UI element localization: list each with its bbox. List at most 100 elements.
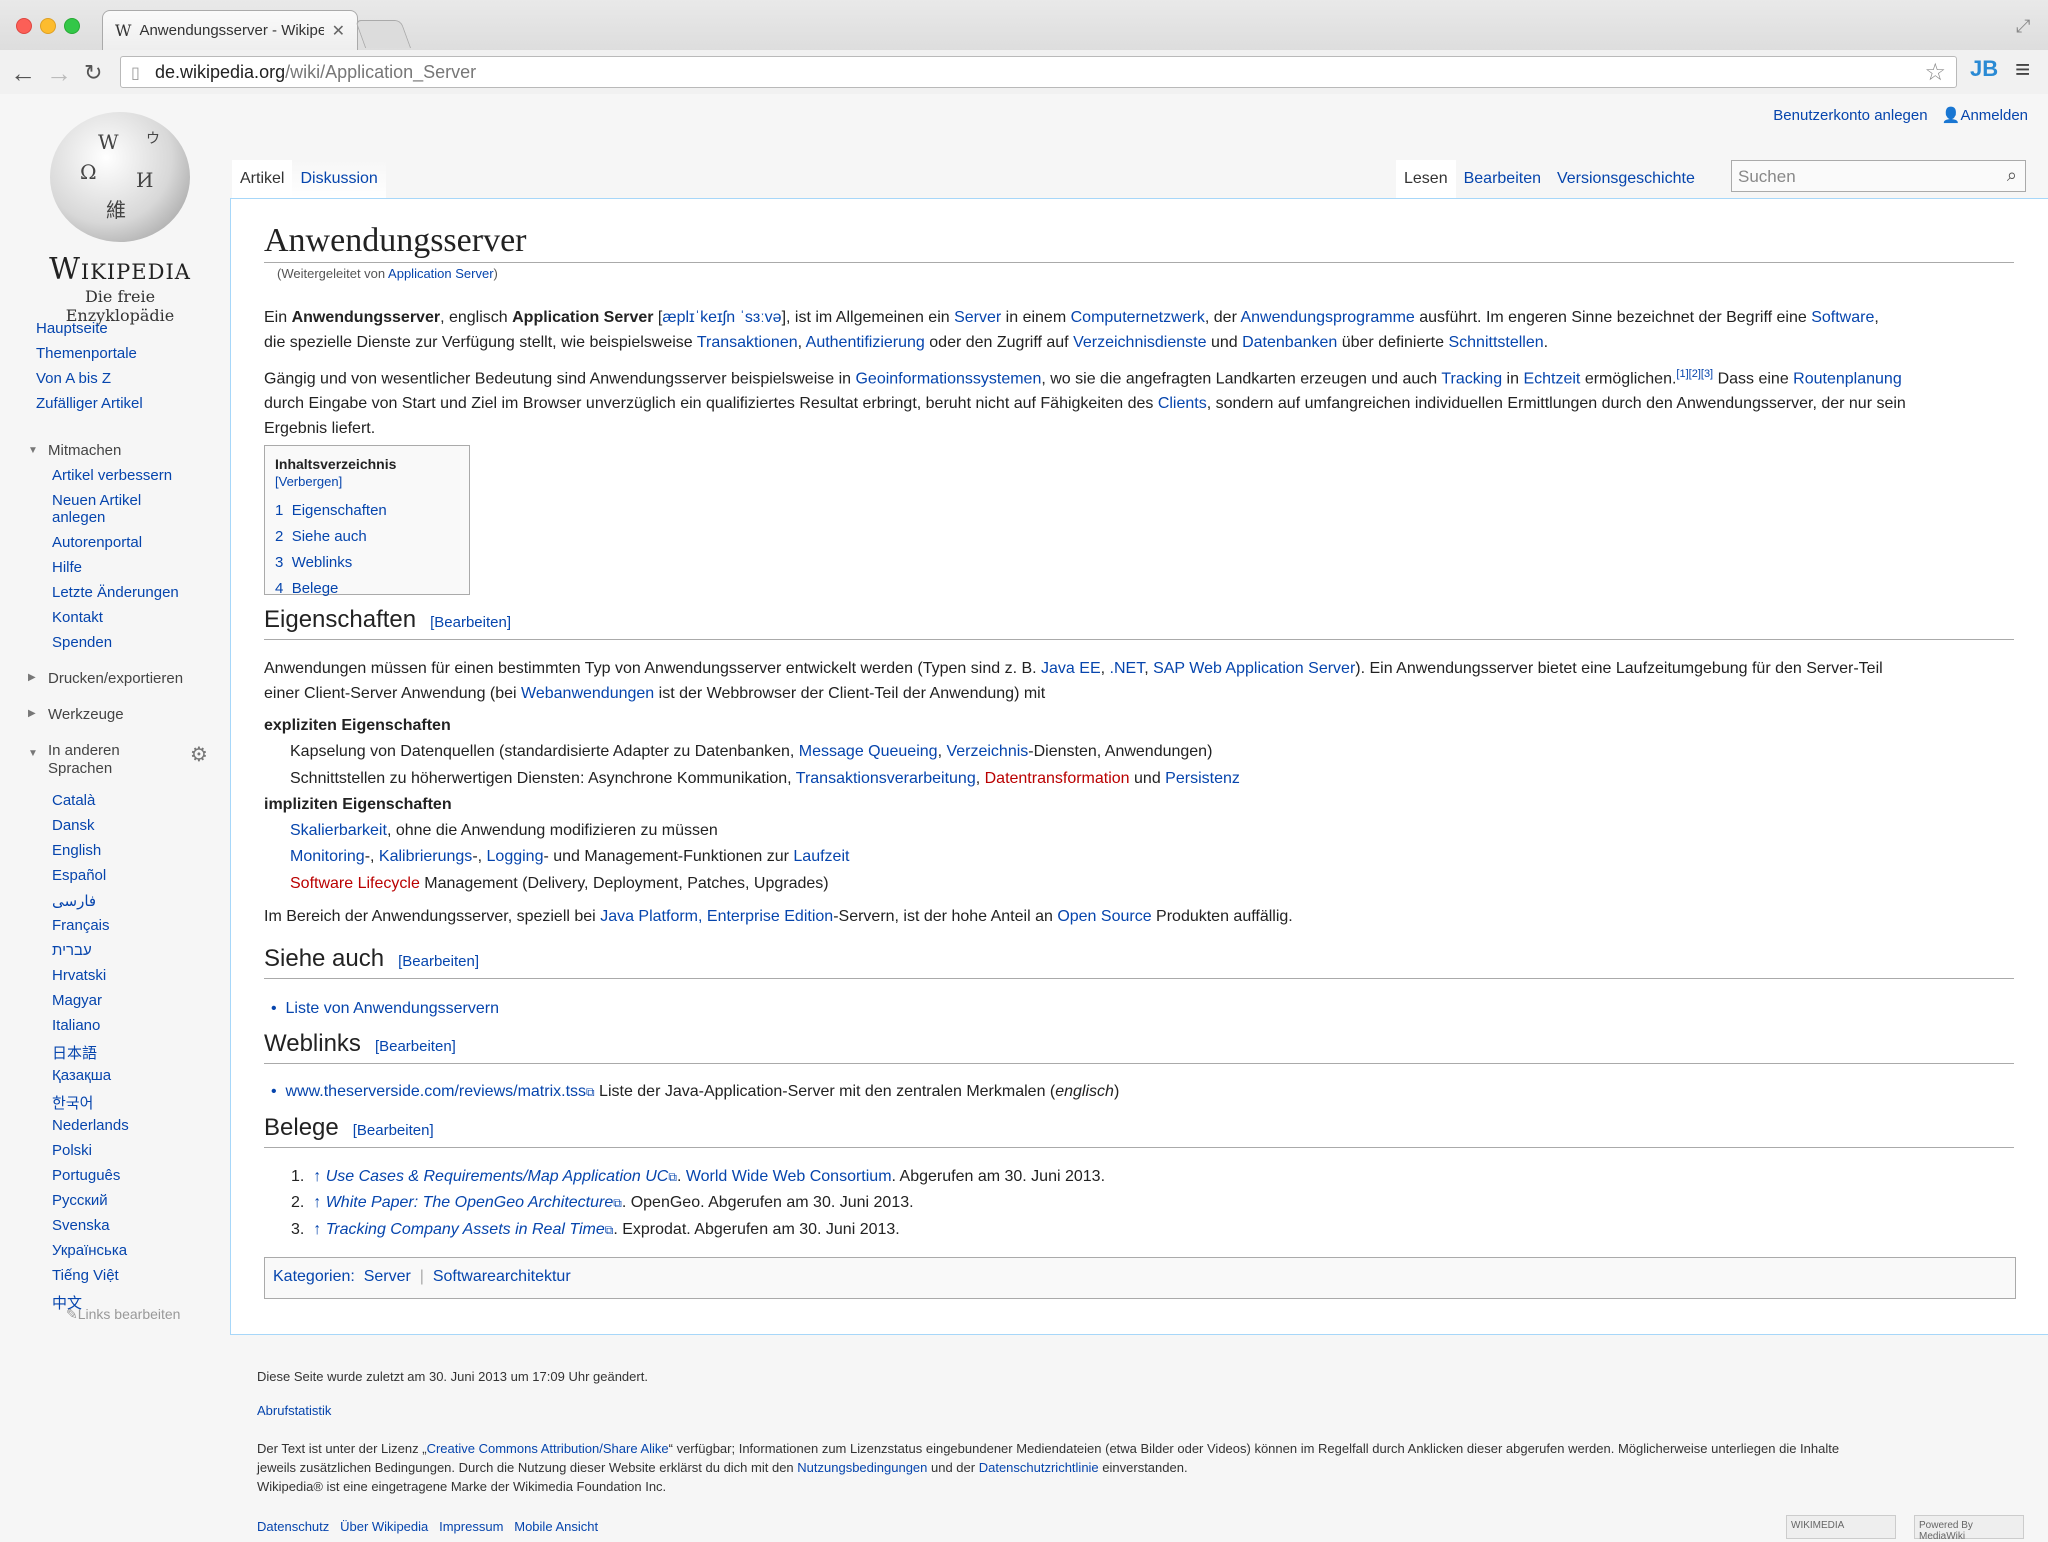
terms-link[interactable]: Nutzungsbedingungen	[797, 1460, 927, 1475]
search-icon[interactable]: ⌕	[2007, 165, 2017, 186]
ipa-link[interactable]: æplɪˈkeɪʃn ˈsɜːvə	[662, 309, 781, 326]
language-link[interactable]: Italiano	[52, 1017, 100, 1034]
link-skalierbarkeit[interactable]: Skalierbarkeit	[290, 822, 387, 839]
toc-item[interactable]: 4 Belege	[275, 576, 459, 602]
tab-history[interactable]: Versionsgeschichte	[1549, 160, 1703, 198]
login-link[interactable]: 👤Anmelden	[1942, 107, 2028, 124]
sidebar-item-improve[interactable]: Artikel verbessern	[52, 467, 172, 484]
sidebar-item-main[interactable]: Hauptseite	[36, 320, 108, 337]
tab-close-icon[interactable]: ✕	[332, 21, 345, 41]
link-computernetzwerk[interactable]: Computernetzwerk	[1071, 309, 1205, 326]
categories-label[interactable]: Kategorien:	[273, 1268, 355, 1285]
edit-section-link[interactable]: [Bearbeiten]	[430, 614, 511, 631]
link-tracking[interactable]: Tracking	[1441, 370, 1502, 387]
language-link[interactable]: Español	[52, 867, 106, 884]
link-anwendungsprogramme[interactable]: Anwendungsprogramme	[1240, 309, 1414, 326]
link-webanwendungen[interactable]: Webanwendungen	[521, 685, 654, 702]
mediawiki-badge[interactable]: Powered By MediaWiki	[1914, 1515, 2024, 1542]
redirect-link[interactable]: Application Server	[388, 266, 494, 281]
backlink-arrow-icon[interactable]: ↑	[313, 1194, 321, 1211]
sidebar-heading-tools[interactable]: Werkzeuge	[48, 706, 124, 723]
footer-link-about[interactable]: Über Wikipedia	[340, 1519, 428, 1534]
sidebar-heading-participate[interactable]: Mitmachen	[48, 442, 121, 459]
language-link[interactable]: Nederlands	[52, 1117, 129, 1134]
sidebar-item-help[interactable]: Hilfe	[52, 559, 82, 576]
link-transaktionsverarbeitung[interactable]: Transaktionsverarbeitung	[796, 770, 976, 787]
link-w3c[interactable]: World Wide Web Consortium	[686, 1168, 892, 1185]
link-dotnet[interactable]: .NET	[1110, 660, 1145, 677]
link-server[interactable]: Server	[954, 309, 1001, 326]
expand-triangle-icon[interactable]: ▶	[28, 708, 36, 719]
edit-section-link[interactable]: [Bearbeiten]	[353, 1122, 434, 1139]
sidebar-item-contact[interactable]: Kontakt	[52, 609, 103, 626]
language-link[interactable]: Hrvatski	[52, 967, 106, 984]
reference-link[interactable]: Tracking Company Assets in Real Time	[326, 1221, 605, 1238]
backlink-arrow-icon[interactable]: ↑	[313, 1221, 321, 1238]
link-theserverside[interactable]: www.theserverside.com/reviews/matrix.tss	[286, 1083, 587, 1100]
reference-link[interactable]: White Paper: The OpenGeo Architecture	[326, 1194, 614, 1211]
sidebar-item-authors[interactable]: Autorenportal	[52, 534, 142, 551]
sidebar-item-portals[interactable]: Themenportale	[36, 345, 137, 362]
link-geoinformationssystemen[interactable]: Geoinformationssystemen	[855, 370, 1041, 387]
menu-icon[interactable]: ≡	[2015, 54, 2030, 85]
link-laufzeit[interactable]: Laufzeit	[793, 848, 849, 865]
toc-item[interactable]: 3 Weblinks	[275, 550, 459, 576]
language-link[interactable]: Português	[52, 1167, 120, 1184]
link-liste-anwendungsserver[interactable]: Liste von Anwendungsservern	[286, 1000, 499, 1017]
toc-hide-link[interactable]: [Verbergen]	[275, 474, 342, 489]
collapse-triangle-icon[interactable]: ▼	[28, 748, 38, 759]
language-link[interactable]: Русский	[52, 1192, 108, 1209]
language-link[interactable]: Dansk	[52, 817, 95, 834]
sidebar-heading-languages[interactable]: In anderen	[48, 742, 120, 759]
link-open-source[interactable]: Open Source	[1057, 908, 1151, 925]
wikimedia-badge[interactable]: WIKIMEDIA	[1786, 1515, 1896, 1539]
language-link[interactable]: English	[52, 842, 101, 859]
reference-markers[interactable]: [1][2][3]	[1676, 368, 1713, 380]
language-link[interactable]: Svenska	[52, 1217, 110, 1234]
toc-item[interactable]: 1 Eigenschaften	[275, 498, 459, 524]
tab-read[interactable]: Lesen	[1396, 160, 1456, 198]
sidebar-item-new-article-2[interactable]: anlegen	[52, 509, 105, 526]
sidebar-heading-print[interactable]: Drucken/exportieren	[48, 670, 183, 687]
reload-icon[interactable]: ↻	[84, 60, 102, 86]
edit-links[interactable]: ✎Links bearbeiten	[66, 1306, 180, 1323]
link-java-platform[interactable]: Java Platform, Enterprise Edition	[600, 908, 833, 925]
link-message-queueing[interactable]: Message Queueing	[799, 743, 938, 760]
minimize-window-icon[interactable]	[40, 18, 56, 34]
link-software[interactable]: Software	[1811, 309, 1874, 326]
link-echtzeit[interactable]: Echtzeit	[1523, 370, 1580, 387]
reference-link[interactable]: Use Cases & Requirements/Map Application…	[326, 1168, 669, 1185]
create-account-link[interactable]: Benutzerkonto anlegen	[1773, 107, 1927, 124]
link-verzeichnisdienste[interactable]: Verzeichnisdienste	[1073, 334, 1206, 351]
link-authentifizierung[interactable]: Authentifizierung	[806, 334, 925, 351]
wikipedia-logo[interactable]: WΩИ維ウ Wikipedia Die freie Enzyklopädie	[30, 112, 210, 325]
bookmark-star-icon[interactable]: ☆	[1924, 58, 1946, 87]
link-kalibrierung[interactable]: Kalibrierungs	[379, 848, 472, 865]
close-window-icon[interactable]	[16, 18, 32, 34]
footer-link-mobile[interactable]: Mobile Ansicht	[514, 1519, 598, 1534]
link-datentransformation[interactable]: Datentransformation	[985, 770, 1130, 787]
link-verzeichnis[interactable]: Verzeichnis	[946, 743, 1028, 760]
language-link[interactable]: Français	[52, 917, 110, 934]
sidebar-item-recent-changes[interactable]: Letzte Änderungen	[52, 584, 179, 601]
tab-talk[interactable]: Diskussion	[292, 160, 386, 198]
tab-article[interactable]: Artikel	[232, 160, 293, 198]
toc-item[interactable]: 2 Siehe auch	[275, 524, 459, 550]
category-server[interactable]: Server	[364, 1268, 411, 1285]
language-link[interactable]: فارسی	[52, 892, 96, 910]
edit-section-link[interactable]: [Bearbeiten]	[398, 953, 479, 970]
footer-link-imprint[interactable]: Impressum	[439, 1519, 503, 1534]
category-softwarearchitektur[interactable]: Softwarearchitektur	[433, 1268, 571, 1285]
language-link[interactable]: 日本語	[52, 1042, 97, 1063]
zoom-window-icon[interactable]	[64, 18, 80, 34]
collapse-triangle-icon[interactable]: ▼	[28, 445, 38, 456]
sidebar-item-new-article[interactable]: Neuen Artikel	[52, 492, 141, 509]
gear-icon[interactable]: ⚙	[190, 742, 208, 767]
language-link[interactable]: Қазақша	[52, 1067, 111, 1084]
extension-icon[interactable]: JB	[1970, 56, 1998, 82]
edit-section-link[interactable]: [Bearbeiten]	[375, 1038, 456, 1055]
address-bar[interactable]: ▯ de.wikipedia.org/wiki/Application_Serv…	[120, 56, 1957, 88]
link-monitoring[interactable]: Monitoring	[290, 848, 365, 865]
license-link[interactable]: Creative Commons Attribution/Share Alike	[427, 1441, 669, 1456]
language-link[interactable]: עברית	[52, 942, 92, 959]
